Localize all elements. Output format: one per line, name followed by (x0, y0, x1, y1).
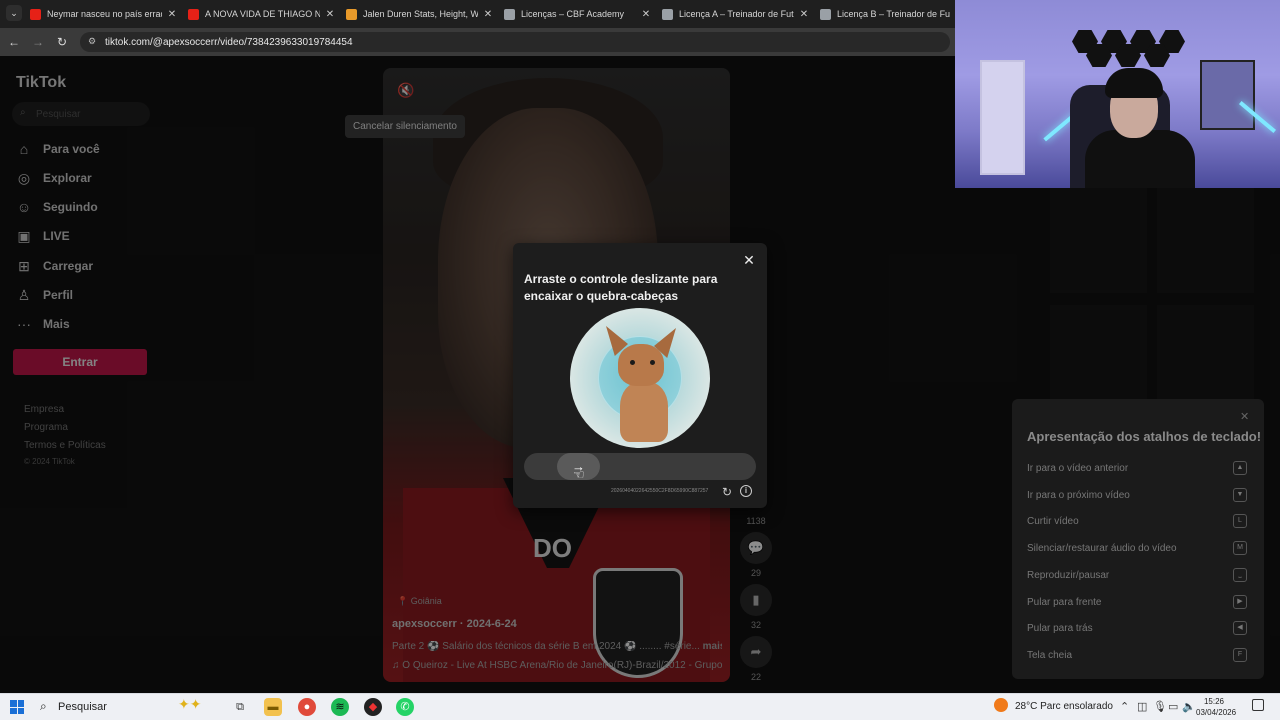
tab-title: Licença A – Treinador de Futebol (679, 9, 794, 19)
shortcut-label: Silenciar/restaurar áudio do vídeo (1027, 543, 1177, 555)
browser-tab[interactable]: Licenças – CBF Academy ✕ (504, 4, 652, 24)
close-icon[interactable]: ✕ (1240, 410, 1249, 423)
forward-icon[interactable]: → (30, 34, 46, 50)
spotify-icon[interactable]: ≋ (331, 698, 349, 716)
clock-time: 15:26 (1203, 697, 1225, 706)
shortcut-key: ⎵ (1233, 567, 1247, 582)
tab-title: A NOVA VIDA DE THIAGO NEVES (205, 9, 320, 19)
shortcuts-title: Apresentação dos atalhos de teclado! (1027, 429, 1262, 444)
tab-favicon (504, 8, 515, 20)
address-bar[interactable]: ⚙ tiktok.com/@apexsoccerr/video/73842396… (80, 32, 950, 52)
close-icon[interactable]: ✕ (741, 252, 757, 268)
close-icon[interactable]: ✕ (798, 9, 810, 20)
weather-text[interactable]: 28°C Parc ensolarado (1015, 701, 1113, 712)
shortcut-key: ▲ (1233, 461, 1247, 475)
tab-favicon (188, 8, 199, 20)
browser-tab[interactable]: A NOVA VIDA DE THIAGO NEVES ✕ (188, 4, 336, 24)
search-icon: ⌕ (40, 699, 47, 713)
shortcut-label: Pular para frente (1027, 596, 1102, 608)
browser-tab[interactable]: Licença B – Treinador de Futebol (820, 4, 950, 24)
shortcut-key: ▶ (1233, 594, 1247, 609)
shortcut-label: Tela cheia (1027, 649, 1073, 661)
tray-app-icon[interactable]: ◫ (1137, 700, 1147, 713)
whatsapp-icon[interactable]: ✆ (396, 698, 414, 716)
shortcut-label: Pular para trás (1027, 623, 1093, 635)
dog-head (618, 344, 664, 386)
tab-favicon (346, 8, 357, 20)
copilot-sparkle-icon[interactable]: ✦✦ (178, 696, 201, 713)
streamer-cap (1105, 68, 1163, 98)
browser-tab[interactable]: Neymar nasceu no país errado ✕ (30, 4, 178, 24)
windows-start-icon[interactable] (10, 700, 24, 714)
browser-tab[interactable]: Jalen Duren Stats, Height, Weight ✕ (346, 4, 494, 24)
shortcut-key: F (1233, 647, 1247, 662)
volume-icon[interactable]: 🔈 (1182, 700, 1196, 713)
tab-search-button[interactable]: ⌄ (6, 5, 22, 21)
chevron-up-icon[interactable]: ⌃ (1120, 700, 1129, 713)
taskbar-search[interactable]: Pesquisar (58, 701, 107, 713)
shortcut-row: Tela cheia F (1027, 647, 1247, 664)
clock-date: 03/04/2026 (1196, 708, 1237, 717)
captcha-puzzle-image (570, 308, 710, 448)
chrome-icon[interactable]: ● (298, 698, 316, 716)
file-explorer-icon[interactable]: ▬ (264, 698, 282, 716)
task-view-icon[interactable]: ⧉ (231, 698, 249, 716)
room-shelf (1200, 60, 1255, 130)
shortcut-label: Reproduzir/pausar (1027, 569, 1110, 581)
shortcut-row: Curtir vídeo L (1027, 514, 1247, 530)
site-info-icon[interactable]: ⚙ (88, 36, 100, 48)
shortcut-key: ▼ (1233, 487, 1247, 502)
refresh-icon[interactable]: ↻ (722, 485, 732, 499)
shortcut-row: Ir para o vídeo anterior ▲ (1027, 461, 1247, 477)
tab-title: Licenças – CBF Academy (521, 9, 625, 19)
weather-icon[interactable] (994, 698, 1008, 712)
shortcut-key: M (1233, 541, 1247, 556)
system-clock[interactable]: 15:26 03/04/2026 (1196, 696, 1237, 718)
shortcut-row: Silenciar/restaurar áudio do vídeo M (1027, 541, 1247, 557)
webcam-overlay (955, 0, 1280, 188)
tab-favicon (820, 8, 831, 20)
captcha-id: 20260404022642550C2F8D65990C887257 (611, 488, 709, 494)
shortcut-label: Curtir vídeo (1027, 516, 1079, 528)
tab-favicon (30, 8, 41, 20)
shortcut-row: Pular para frente ▶ (1027, 594, 1247, 611)
shortcut-key: L (1233, 514, 1247, 529)
dog-eye (630, 360, 635, 365)
tab-title: Neymar nasceu no país errado (47, 9, 162, 19)
shortcut-label: Ir para o próximo vídeo (1027, 489, 1130, 501)
reload-icon[interactable]: ↻ (54, 34, 70, 50)
shortcut-row: Ir para o próximo vídeo ▼ (1027, 487, 1247, 504)
captcha-title: Arraste o controle deslizante para encai… (524, 272, 718, 303)
close-icon[interactable]: ✕ (324, 9, 336, 20)
close-icon[interactable]: ✕ (640, 9, 652, 20)
streamer-body (1085, 130, 1195, 188)
info-icon[interactable]: i (740, 485, 752, 497)
cursor-icon: ☜ (573, 467, 585, 482)
room-door (980, 60, 1025, 175)
tab-title: Jalen Duren Stats, Height, Weight (363, 9, 478, 19)
app-icon[interactable]: ◆ (364, 698, 382, 716)
close-icon[interactable]: ✕ (482, 9, 494, 20)
dog-body (620, 382, 668, 442)
notification-icon[interactable] (1252, 699, 1264, 711)
browser-tab[interactable]: Licença A – Treinador de Futebol ✕ (662, 4, 810, 24)
shortcut-row: Pular para trás ◀ (1027, 621, 1247, 637)
tab-favicon (662, 8, 673, 20)
network-icon[interactable]: ▭ (1168, 700, 1178, 713)
tab-title: Licença B – Treinador de Futebol (837, 9, 950, 19)
dog-eye (650, 360, 655, 365)
shortcut-label: Ir para o vídeo anterior (1027, 463, 1129, 474)
close-icon[interactable]: ✕ (166, 9, 178, 20)
back-icon[interactable]: ← (6, 34, 22, 50)
shortcut-row: Reproduzir/pausar ⎵ (1027, 567, 1247, 584)
url-text: tiktok.com/@apexsoccerr/video/7384239633… (105, 37, 353, 48)
microphone-icon[interactable]: 🎙 (1153, 700, 1167, 713)
shortcut-key: ◀ (1233, 621, 1247, 636)
